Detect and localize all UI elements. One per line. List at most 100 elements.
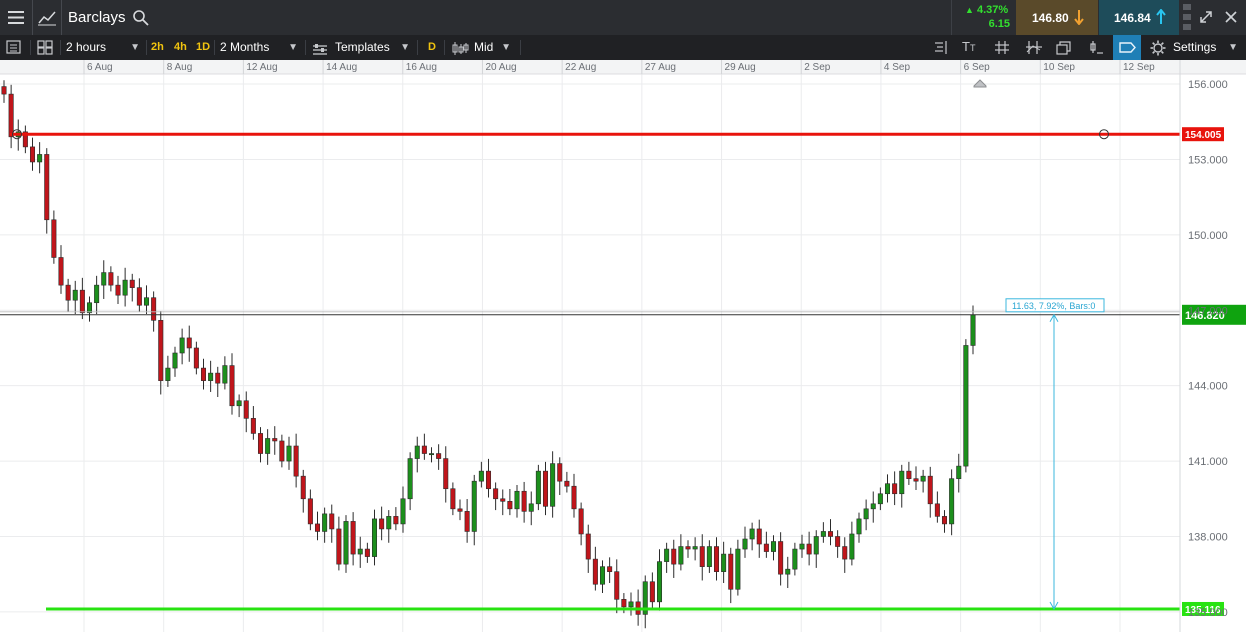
candle-up bbox=[899, 470, 905, 495]
candle-down bbox=[79, 289, 85, 314]
candle-up bbox=[94, 284, 100, 304]
crosshair-chart-icon[interactable] bbox=[1025, 40, 1043, 58]
chevron-down-icon: ▼ bbox=[130, 42, 140, 53]
candle-down bbox=[941, 516, 948, 525]
price-level-label: 154.005 bbox=[1185, 130, 1222, 141]
candle-down bbox=[393, 516, 399, 525]
candle-up bbox=[870, 503, 876, 510]
price-type-dropdown[interactable]: Mid ▼ bbox=[451, 35, 515, 60]
candle-down bbox=[51, 219, 57, 258]
candle-up bbox=[785, 568, 791, 575]
candle-down bbox=[457, 508, 463, 512]
multi-window-icon[interactable] bbox=[1056, 40, 1073, 58]
templates-dropdown[interactable]: Templates ▼ bbox=[312, 35, 410, 60]
price-chart[interactable]: 154.005 135.116 146.820 11.63, 7.92%, Bars:… bbox=[0, 60, 1246, 632]
candle-down bbox=[585, 533, 591, 560]
candle-down bbox=[500, 498, 506, 502]
candle-down bbox=[699, 546, 705, 567]
close-icon[interactable] bbox=[1224, 10, 1238, 24]
candle-down bbox=[671, 548, 677, 565]
candle-up bbox=[884, 483, 891, 495]
candle-up bbox=[286, 445, 292, 462]
candle-up bbox=[428, 453, 435, 456]
candle-down bbox=[1, 86, 7, 95]
sell-price: 146.80 bbox=[1032, 11, 1069, 25]
expand-icon[interactable] bbox=[1198, 9, 1214, 25]
candle-up bbox=[678, 546, 684, 565]
candle-down bbox=[835, 536, 841, 547]
candle-up bbox=[371, 518, 378, 557]
candle-down bbox=[927, 475, 933, 505]
chevron-down-icon: ▼ bbox=[400, 42, 410, 53]
candle-up bbox=[386, 516, 392, 530]
candle-up bbox=[407, 458, 413, 500]
x-tick-label: 4 Sep bbox=[884, 62, 911, 73]
candle-up bbox=[37, 154, 43, 163]
interval-1d-button[interactable]: 1D bbox=[196, 35, 210, 60]
candle-down bbox=[364, 548, 370, 557]
candle-down bbox=[756, 528, 762, 545]
candle-up bbox=[792, 548, 798, 570]
chevron-down-icon: ▼ bbox=[1228, 42, 1238, 53]
text-tool-icon[interactable]: TT bbox=[962, 39, 975, 54]
list-icon[interactable] bbox=[6, 40, 22, 58]
candle-down bbox=[614, 571, 620, 600]
candle-up bbox=[471, 480, 477, 532]
trade-tool-icon[interactable] bbox=[1088, 40, 1104, 58]
candle-down bbox=[158, 320, 164, 381]
candle-down bbox=[827, 531, 834, 537]
candle-down bbox=[763, 543, 769, 552]
candle-up bbox=[357, 548, 363, 555]
indicator-list-icon[interactable] bbox=[933, 40, 949, 58]
templates-label: Templates bbox=[335, 40, 390, 54]
candle-down bbox=[934, 503, 940, 517]
candle-down bbox=[493, 488, 499, 500]
candle-down bbox=[542, 470, 549, 507]
candle-up bbox=[165, 367, 171, 381]
chart-canvas[interactable]: 154.005135.116146.82011.63, 7.92%, Bars:… bbox=[0, 60, 1246, 632]
candle-up bbox=[656, 561, 663, 603]
candle-up bbox=[101, 272, 107, 286]
layout-icon[interactable] bbox=[37, 40, 53, 58]
interval-2h-button[interactable]: 2h bbox=[151, 35, 164, 60]
candle-down bbox=[200, 367, 207, 381]
candle-up bbox=[692, 546, 698, 550]
range-dropdown[interactable]: 2 Months ▼ bbox=[220, 35, 300, 60]
chart-toolbar: 2 hours ▼ 2h 4h 1D 2 Months ▼ Templates … bbox=[0, 35, 1246, 60]
instrument-name[interactable]: Barclays bbox=[68, 0, 126, 35]
candle-up bbox=[72, 289, 78, 301]
candle-down bbox=[571, 485, 577, 510]
tag-tool-button[interactable] bbox=[1113, 35, 1141, 60]
candle-up bbox=[514, 490, 520, 510]
candle-up bbox=[963, 345, 969, 467]
search-icon[interactable] bbox=[132, 9, 150, 27]
panel-handle-icon[interactable] bbox=[1181, 2, 1193, 33]
candle-down bbox=[892, 483, 898, 495]
candle-up bbox=[208, 372, 214, 381]
grid-icon[interactable] bbox=[994, 40, 1010, 58]
candle-down bbox=[65, 284, 71, 301]
hamburger-menu-icon[interactable] bbox=[0, 0, 32, 35]
candle-down bbox=[464, 511, 470, 532]
interval-dropdown[interactable]: 2 hours ▼ bbox=[66, 35, 144, 60]
sell-button[interactable]: 146.80 bbox=[1016, 0, 1098, 35]
settings-dropdown[interactable]: Settings ▼ bbox=[1150, 35, 1242, 60]
candle-up bbox=[664, 548, 670, 562]
time-marker-icon bbox=[973, 79, 987, 88]
candle-down bbox=[29, 146, 36, 163]
candle-up bbox=[877, 493, 883, 505]
candle-down bbox=[257, 433, 264, 454]
d-button[interactable]: D bbox=[428, 35, 436, 60]
candle-up bbox=[535, 470, 541, 505]
chart-type-icon[interactable] bbox=[33, 0, 61, 35]
candle-down bbox=[58, 257, 64, 286]
interval-4h-button[interactable]: 4h bbox=[174, 35, 187, 60]
top-bar: Barclays ▲ 4.37% 6.15 146.80 146.84 bbox=[0, 0, 1246, 35]
x-tick-label: 27 Aug bbox=[645, 62, 676, 73]
candle-up bbox=[86, 302, 93, 314]
change-value: 6.15 bbox=[988, 18, 1010, 30]
x-tick-label: 12 Aug bbox=[246, 62, 277, 73]
candle-up bbox=[528, 503, 534, 512]
buy-button[interactable]: 146.84 bbox=[1099, 0, 1179, 35]
candle-down bbox=[243, 400, 249, 419]
